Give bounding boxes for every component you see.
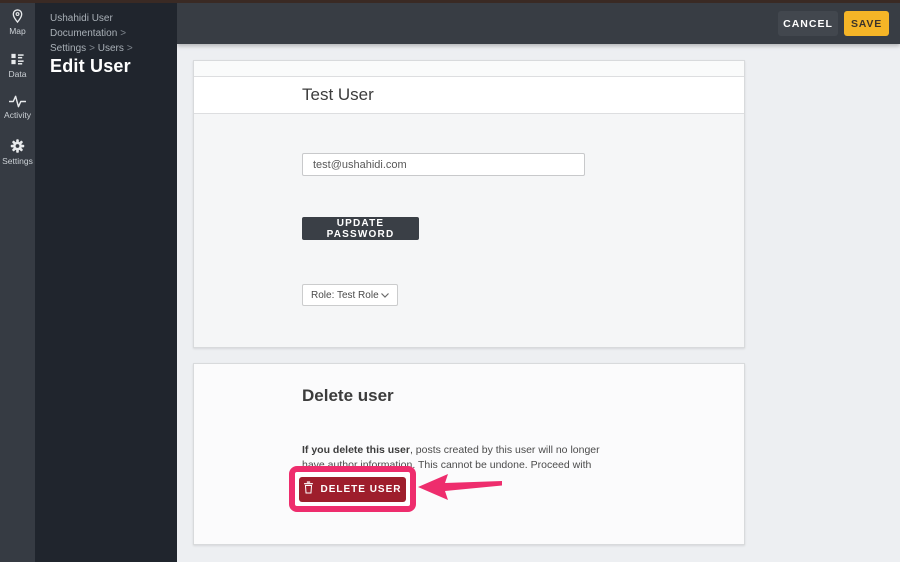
delete-user-button-label: DELETE USER [320, 483, 402, 495]
page-title: Edit User [50, 56, 131, 76]
trash-icon [303, 481, 314, 497]
breadcrumb-item-users[interactable]: Users [98, 43, 124, 54]
save-button[interactable]: SAVE [844, 11, 889, 36]
sidebar-item-activity[interactable]: Activity [0, 95, 35, 120]
delete-user-button[interactable]: DELETE USER [299, 476, 406, 502]
user-card-title: Test User [302, 85, 374, 104]
data-grid-icon [0, 51, 35, 67]
breadcrumb-separator: > [126, 43, 133, 54]
chevron-down-icon [381, 290, 389, 301]
cancel-button[interactable]: CANCEL [778, 11, 838, 36]
breadcrumb: Ushahidi User Documentation > Settings > U… [50, 11, 172, 56]
user-card-body: UPDATE PASSWORD Role: Test Role [194, 114, 744, 345]
delete-card-title: Delete user [302, 386, 394, 405]
top-edge-strip [0, 0, 900, 3]
update-password-button[interactable]: UPDATE PASSWORD [302, 217, 419, 240]
sidebar-item-data[interactable]: Data [0, 51, 35, 79]
edit-user-page: { "colors": { "save_yellow": "#f5b527", … [0, 0, 900, 562]
sidebar-item-map[interactable]: Map [0, 8, 35, 36]
breadcrumb-separator: > [89, 43, 95, 54]
annotation-arrow-icon [418, 471, 502, 506]
map-pin-icon [0, 8, 35, 24]
role-select-value: Role: Test Role [311, 289, 379, 301]
activity-pulse-icon [0, 95, 35, 108]
breadcrumb-item-settings[interactable]: Settings [50, 43, 86, 54]
role-select[interactable]: Role: Test Role [302, 284, 398, 306]
delete-warning-bold: If you delete this user [302, 444, 410, 456]
card-cap-strip [194, 61, 744, 77]
sidebar-item-settings[interactable]: Settings [0, 138, 35, 166]
sidebar-panel: Ushahidi User Documentation > Settings > U… [35, 0, 177, 562]
breadcrumb-item-deployment[interactable]: Ushahidi User Documentation [50, 13, 117, 39]
breadcrumb-separator: > [120, 28, 127, 39]
sidebar-icon-rail: Map Data Activity Settings [0, 0, 35, 562]
topbar: CANCEL SAVE [177, 3, 900, 44]
user-card-header: Test User [194, 77, 744, 114]
delete-user-card: Delete user If you delete this user, pos… [193, 363, 745, 545]
user-form-card: Test User UPDATE PASSWORD Role: Test Rol… [193, 60, 745, 348]
sidebar-item-label: Activity [4, 110, 31, 120]
sidebar-item-label: Map [9, 26, 26, 36]
email-field[interactable] [302, 153, 585, 176]
settings-gear-icon [0, 138, 35, 154]
sidebar-item-label: Settings [2, 156, 33, 166]
sidebar-item-label: Data [8, 69, 27, 79]
annotation-highlight-box: DELETE USER [289, 466, 416, 512]
